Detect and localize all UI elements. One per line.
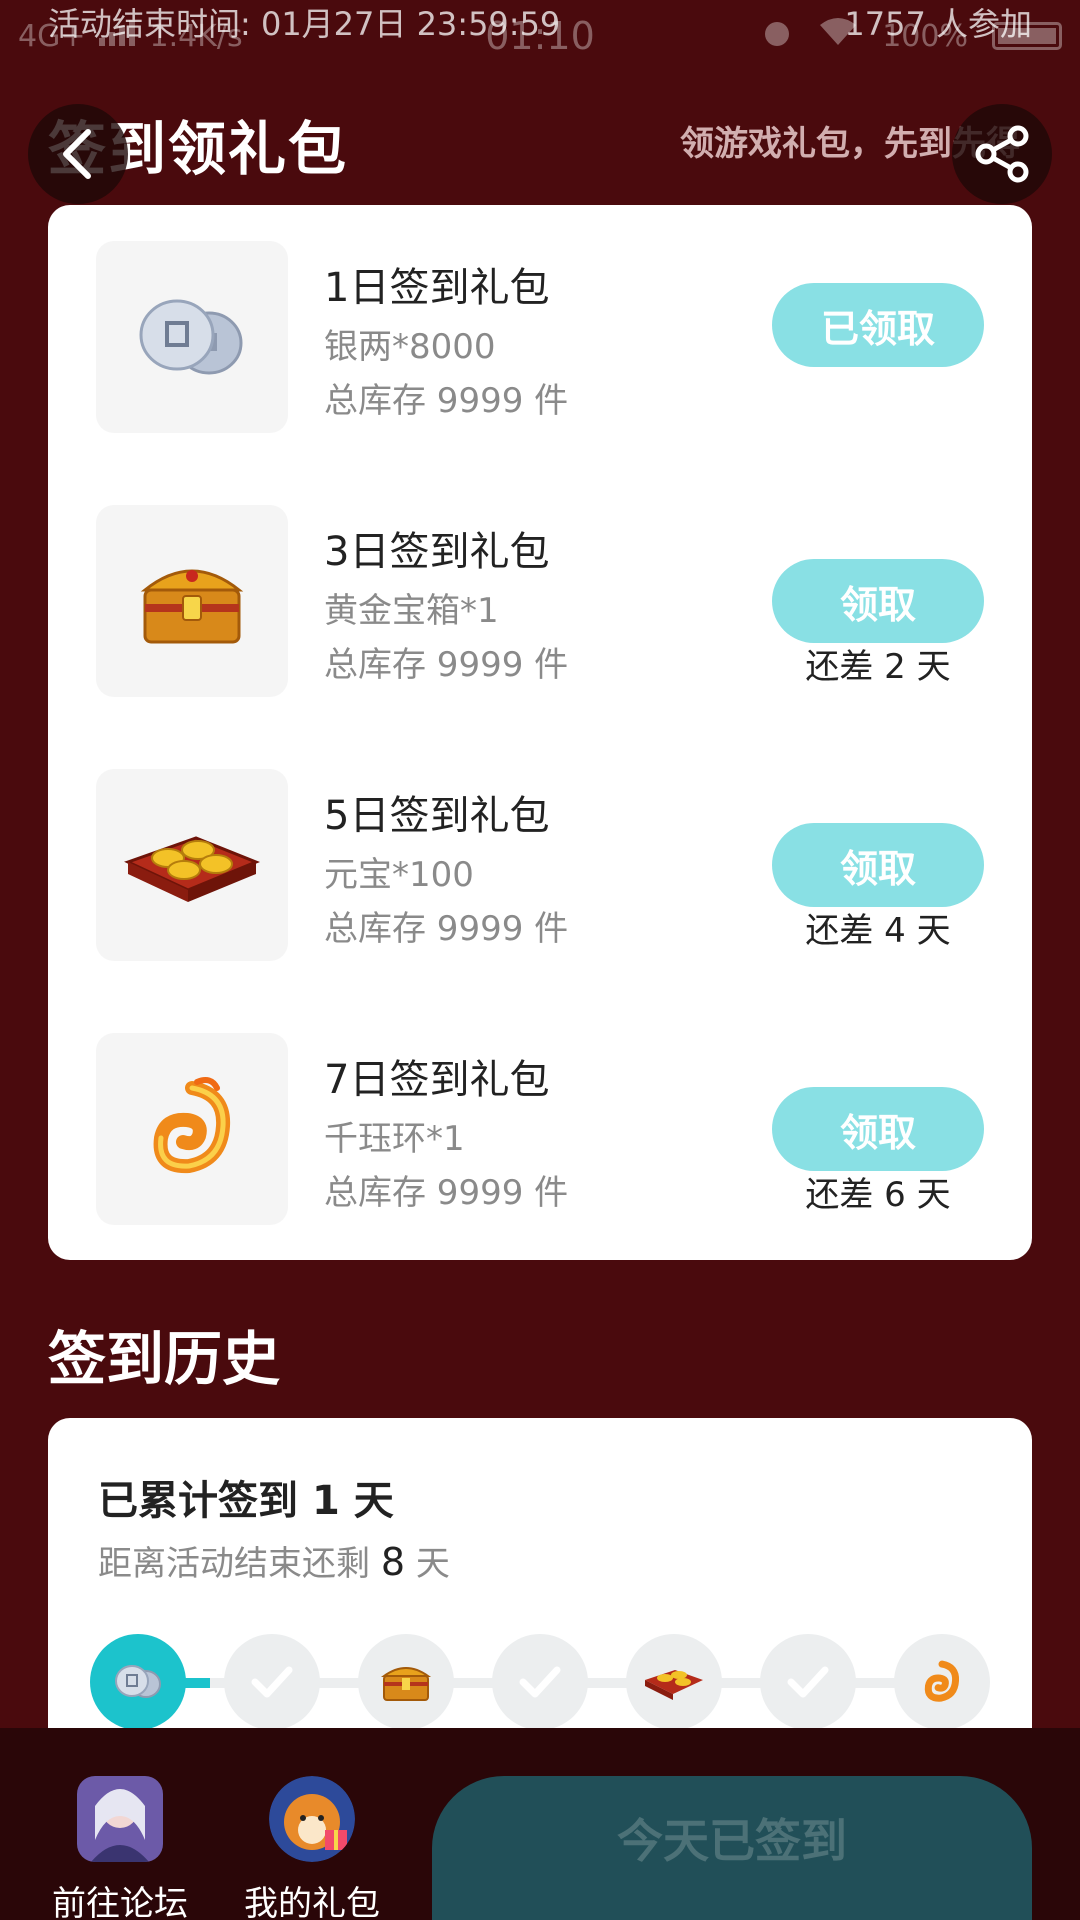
my-gifts-link[interactable]: 我的礼包 xyxy=(237,1776,387,1920)
gift-name: 5日签到礼包 xyxy=(324,793,550,839)
gift-stock: 总库存 9999 件 xyxy=(324,645,569,685)
timeline-day-1 xyxy=(90,1634,186,1730)
gift-content: 银两*8000 xyxy=(324,327,496,367)
gift-thumb xyxy=(96,505,288,697)
fire-ring-icon xyxy=(924,1660,960,1702)
bottom-bar: 前往论坛 我的礼包 今天已签到 xyxy=(0,1728,1080,1920)
gift-content: 元宝*100 xyxy=(324,855,474,895)
claim-button[interactable]: 领取 xyxy=(772,1087,984,1171)
timeline-day-2 xyxy=(224,1634,320,1730)
gift-item-3day: 3日签到礼包 黄金宝箱*1 总库存 9999 件 领取 还差 2 天 xyxy=(96,505,984,697)
days-left: 还差 2 天 xyxy=(805,647,951,687)
history-card: 已累计签到 1 天 距离活动结束还剩 8 天 xyxy=(48,1418,1032,1758)
my-gifts-icon xyxy=(269,1776,355,1862)
silver-coins-icon xyxy=(115,1665,161,1698)
gold-chest-icon xyxy=(140,569,244,644)
gift-stock: 总库存 9999 件 xyxy=(324,381,569,421)
history-title: 签到历史 xyxy=(48,1325,281,1393)
gift-item-7day: 7日签到礼包 千珏环*1 总库存 9999 件 领取 还差 6 天 xyxy=(96,1033,984,1225)
check-icon xyxy=(251,1666,293,1698)
days-left: 还差 6 天 xyxy=(805,1175,951,1215)
timeline-day-3 xyxy=(358,1634,454,1730)
gold-ingots-icon xyxy=(645,1670,703,1700)
share-icon xyxy=(975,125,1029,183)
gift-name: 3日签到礼包 xyxy=(324,529,550,575)
chevron-left-icon xyxy=(63,129,91,179)
gift-thumb xyxy=(96,1033,288,1225)
claimed-button[interactable]: 已领取 xyxy=(772,283,984,367)
gift-thumb xyxy=(96,769,288,961)
gift-item-5day: 5日签到礼包 元宝*100 总库存 9999 件 领取 还差 4 天 xyxy=(96,769,984,961)
back-button[interactable] xyxy=(28,104,128,204)
forum-game-icon xyxy=(77,1776,163,1862)
gift-stock: 总库存 9999 件 xyxy=(324,909,569,949)
claim-button[interactable]: 领取 xyxy=(772,823,984,907)
timeline-day-4 xyxy=(492,1634,588,1730)
gold-ingots-icon xyxy=(124,836,260,902)
gift-content: 千珏环*1 xyxy=(324,1119,465,1159)
gift-thumb xyxy=(96,241,288,433)
gift-item-1day: 1日签到礼包 银两*8000 总库存 9999 件 已领取 xyxy=(96,241,984,433)
timeline-day-5 xyxy=(626,1634,722,1730)
gold-chest-icon xyxy=(380,1667,432,1701)
claim-button[interactable]: 领取 xyxy=(772,559,984,643)
days-left: 还差 4 天 xyxy=(805,911,951,951)
my-gifts-label: 我的礼包 xyxy=(244,1884,380,1920)
accumulated-days: 已累计签到 1 天 xyxy=(98,1478,394,1524)
timeline-day-7 xyxy=(894,1634,990,1730)
forum-link[interactable]: 前往论坛 xyxy=(45,1776,195,1920)
header: 签到领礼包 领游戏礼包，先到先得 xyxy=(0,90,1080,210)
gift-list-card: 1日签到礼包 银两*8000 总库存 9999 件 已领取 3日签到礼包 黄金宝… xyxy=(48,205,1032,1260)
fire-ring-icon xyxy=(153,1077,231,1174)
sign-in-timeline xyxy=(90,1634,990,1730)
signed-today-button[interactable]: 今天已签到 xyxy=(432,1776,1032,1920)
check-icon xyxy=(787,1666,829,1698)
gift-stock: 总库存 9999 件 xyxy=(324,1173,569,1213)
share-button[interactable] xyxy=(952,104,1052,204)
silver-coins-icon xyxy=(139,299,243,375)
gift-name: 1日签到礼包 xyxy=(324,265,550,311)
gift-name: 7日签到礼包 xyxy=(324,1057,550,1103)
remaining-days: 距离活动结束还剩 8 天 xyxy=(98,1540,450,1584)
gift-content: 黄金宝箱*1 xyxy=(324,591,499,631)
activity-end-time: 活动结束时间: 01月27日 23:59:59 xyxy=(48,5,561,43)
timeline-day-6 xyxy=(760,1634,856,1730)
forum-label: 前往论坛 xyxy=(52,1884,188,1920)
activity-info: 活动结束时间: 01月27日 23:59:59 1757 人参加 xyxy=(48,0,1032,44)
participant-count: 1757 人参加 xyxy=(844,5,1032,43)
check-icon xyxy=(519,1666,561,1698)
